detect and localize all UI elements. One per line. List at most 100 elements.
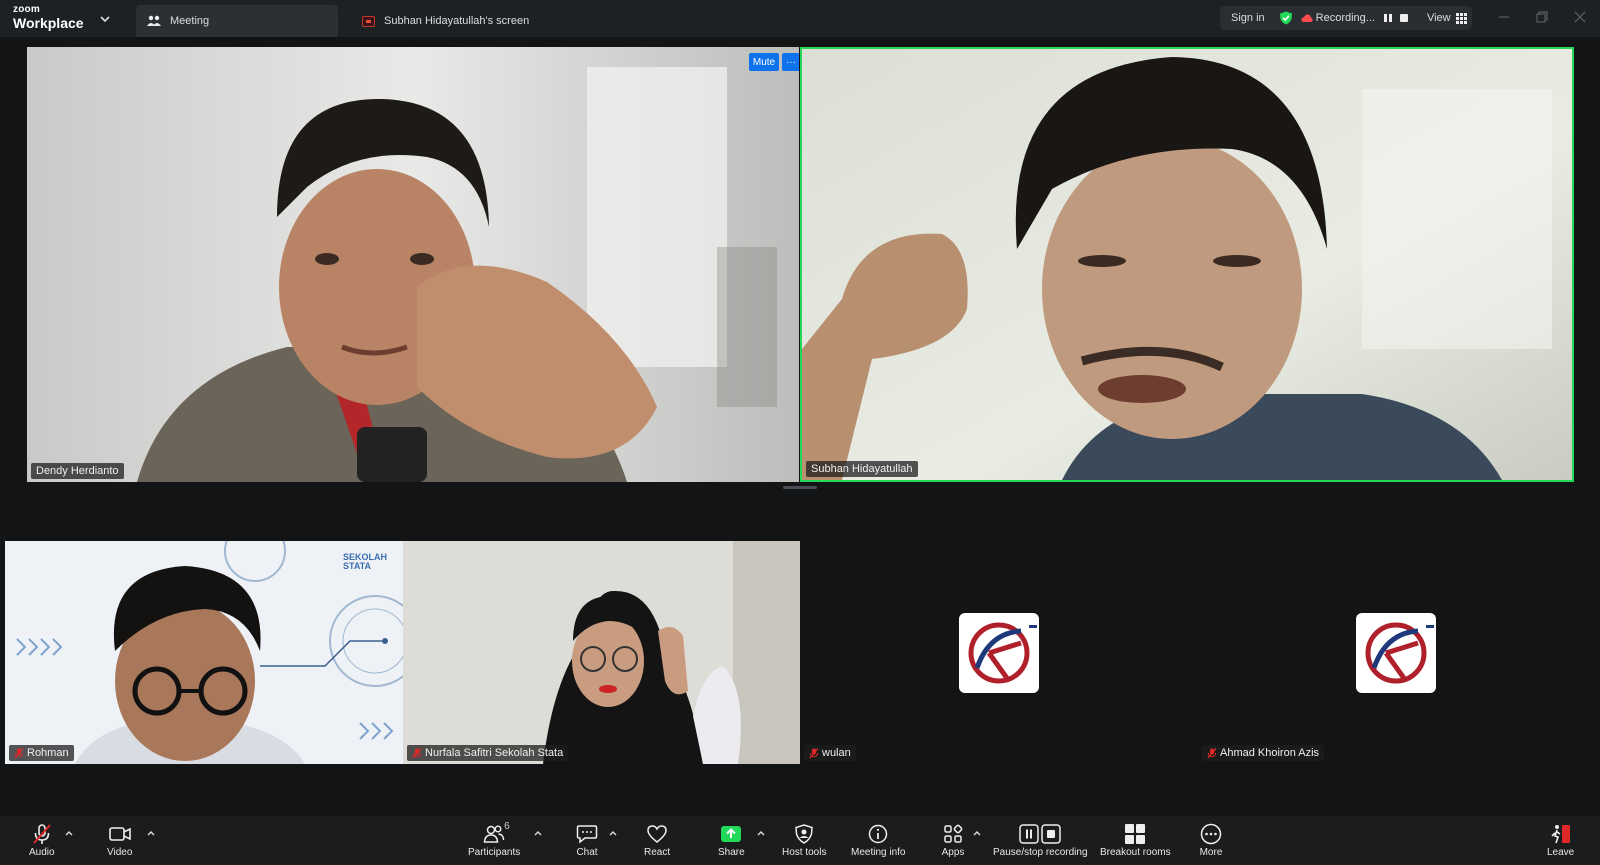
video-feed-rohman <box>5 541 403 764</box>
muted-mic-icon <box>14 747 24 758</box>
pause-recording-icon[interactable] <box>1383 13 1393 23</box>
video-feed-subhan <box>802 49 1572 480</box>
chat-icon <box>575 823 599 845</box>
encryption-shield-icon[interactable] <box>1279 11 1293 25</box>
host-tools-label: Host tools <box>782 847 827 858</box>
cloud-recording-icon <box>1301 14 1313 22</box>
breakout-rooms-label: Breakout rooms <box>1100 847 1171 858</box>
meeting-toolbar: Audio Video 6 Participants Chat React Sh… <box>0 816 1600 865</box>
audio-options-chevron-icon[interactable] <box>64 829 74 837</box>
mute-participant-button[interactable]: Mute <box>749 53 779 71</box>
minimize-icon[interactable] <box>1496 9 1512 25</box>
video-tile-rohman[interactable]: Rohman SEKOLAH STATA <box>5 541 403 764</box>
pause-stop-recording-button[interactable]: Pause/stop recording <box>993 823 1088 858</box>
participant-name: wulan <box>822 747 851 759</box>
muted-mic-icon <box>809 747 819 758</box>
name-tag-ahmad: Ahmad Khoiron Azis <box>1202 745 1325 761</box>
video-feed-nurfala <box>403 541 800 764</box>
name-tag-nurfala: Nurfala Safitri Sekolah Stata <box>407 745 569 761</box>
apps-label: Apps <box>941 847 965 858</box>
avatar-logo-icon <box>968 622 1037 684</box>
react-button[interactable]: React <box>644 823 670 858</box>
video-options-chevron-icon[interactable] <box>146 829 156 837</box>
leave-door-icon <box>1549 823 1573 845</box>
profile-avatar-ahmad <box>1356 613 1436 693</box>
apps-button[interactable]: Apps <box>941 823 965 858</box>
zoom-workplace-logo[interactable]: zoom Workplace <box>13 4 84 31</box>
sign-in-link[interactable]: Sign in <box>1231 12 1265 24</box>
participant-more-button[interactable]: ··· <box>782 53 799 71</box>
recording-status: Recording... <box>1315 12 1375 24</box>
meeting-info-button[interactable]: Meeting info <box>851 823 905 858</box>
pause-stop-label: Pause/stop recording <box>993 847 1088 858</box>
name-tag-wulan: wulan <box>804 745 856 761</box>
brand-big: Workplace <box>13 15 84 31</box>
video-tile-nurfala[interactable]: Nurfala Safitri Sekolah Stata <box>403 541 800 764</box>
host-tools-button[interactable]: Host tools <box>782 823 826 858</box>
muted-mic-icon <box>1207 747 1217 758</box>
profile-avatar-wulan <box>959 613 1039 693</box>
name-tag-dendy: Dendy Herdianto <box>31 463 124 479</box>
close-icon[interactable] <box>1572 9 1588 25</box>
participant-name: Dendy Herdianto <box>36 465 119 477</box>
participants-count: 6 <box>504 821 510 832</box>
logo-text-2: STATA <box>343 561 371 571</box>
grid-view-icon[interactable] <box>1455 12 1467 24</box>
apps-options-chevron-icon[interactable] <box>972 829 982 837</box>
breakout-rooms-icon <box>1123 823 1147 845</box>
more-label: More <box>1199 847 1223 858</box>
restore-icon[interactable] <box>1534 9 1550 25</box>
host-shield-icon <box>792 823 816 845</box>
tab-meeting-label: Meeting <box>170 15 210 27</box>
apps-icon <box>941 823 965 845</box>
tab-meeting[interactable]: Meeting <box>136 5 338 37</box>
video-feed-dendy <box>27 47 799 482</box>
avatar-logo-icon <box>1365 622 1434 684</box>
chat-button[interactable]: Chat <box>575 823 599 858</box>
leave-label: Leave <box>1547 847 1575 858</box>
chevron-down-icon[interactable] <box>98 12 112 26</box>
tab-screen-label: Subhan Hidayatullah's screen <box>384 15 530 27</box>
chat-label: Chat <box>576 847 598 858</box>
participant-name: Rohman <box>27 747 69 759</box>
pause-stop-recording-icon <box>1018 823 1062 845</box>
header-controls: Sign in Recording... View <box>1220 6 1472 30</box>
sekolah-stata-logo: SEKOLAH STATA <box>343 553 387 571</box>
breakout-rooms-button[interactable]: Breakout rooms <box>1100 823 1171 858</box>
participants-options-chevron-icon[interactable] <box>533 829 543 837</box>
name-tag-rohman: Rohman <box>9 745 74 761</box>
video-tile-ahmad[interactable]: Ahmad Khoiron Azis <box>1198 541 1596 764</box>
share-label: Share <box>718 847 745 858</box>
video-camera-icon <box>108 823 132 845</box>
video-button[interactable]: Video <box>107 823 132 858</box>
view-button[interactable]: View <box>1427 12 1451 24</box>
brand-small: zoom <box>13 4 40 15</box>
react-label: React <box>644 847 671 858</box>
share-options-chevron-icon[interactable] <box>756 829 766 837</box>
tab-shared-screen[interactable]: Subhan Hidayatullah's screen <box>352 5 572 37</box>
video-tile-subhan[interactable]: Subhan Hidayatullah <box>800 47 1574 482</box>
screen-share-icon <box>360 13 376 29</box>
meeting-info-label: Meeting info <box>851 847 906 858</box>
participant-name: Nurfala Safitri Sekolah Stata <box>425 747 564 759</box>
participants-label: Participants <box>468 847 521 858</box>
resize-handle[interactable] <box>783 486 817 489</box>
participants-icon: 6 <box>482 821 510 845</box>
leave-button[interactable]: Leave <box>1547 823 1574 858</box>
participant-name: Ahmad Khoiron Azis <box>1220 747 1320 759</box>
more-button[interactable]: More <box>1199 823 1223 858</box>
audio-button[interactable]: Audio <box>29 823 55 858</box>
name-tag-subhan: Subhan Hidayatullah <box>806 461 918 477</box>
title-bar: zoom Workplace Meeting Subhan Hidayatull… <box>0 0 1600 37</box>
audio-label: Audio <box>29 847 55 858</box>
video-tile-wulan[interactable]: wulan <box>800 541 1198 764</box>
stop-recording-icon[interactable] <box>1399 13 1409 23</box>
more-icon <box>1199 823 1223 845</box>
participant-name: Subhan Hidayatullah <box>811 463 913 475</box>
video-label: Video <box>107 847 133 858</box>
chat-options-chevron-icon[interactable] <box>608 829 618 837</box>
share-button[interactable]: Share <box>718 823 745 858</box>
participants-button[interactable]: 6 Participants <box>468 821 521 858</box>
muted-mic-icon <box>30 823 54 845</box>
video-tile-dendy[interactable]: Mute ··· Dendy Herdianto <box>27 47 799 482</box>
